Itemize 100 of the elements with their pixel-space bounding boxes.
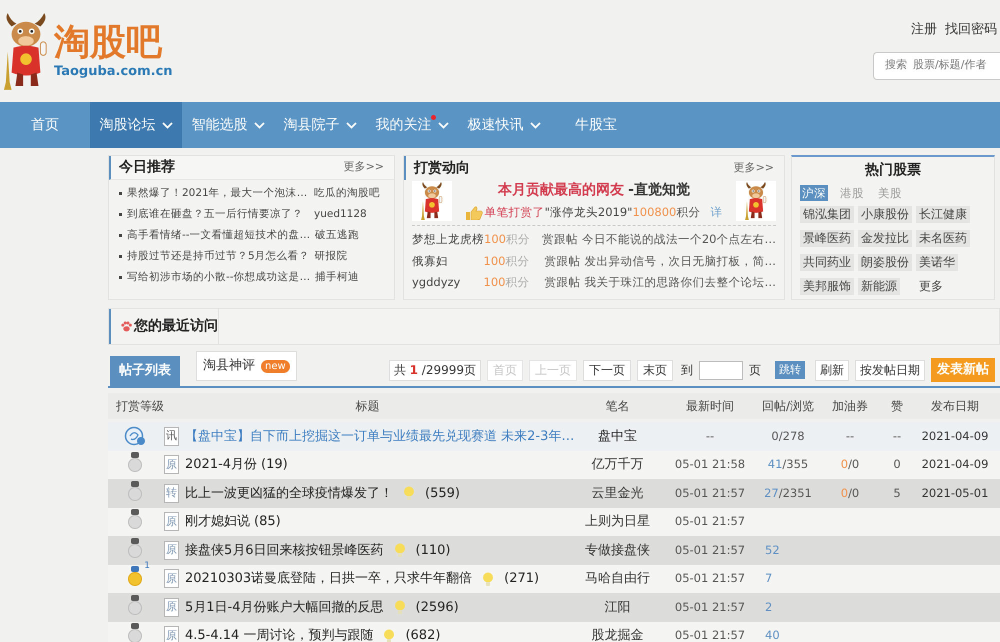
post-type-tag: 原 [164,598,179,617]
stock-tag[interactable]: 景峰医药 [800,230,854,247]
page-number-field[interactable] [699,360,743,380]
stock-tag[interactable]: 朗姿股份 [858,254,912,271]
panel-title: 打赏动向 [414,158,470,178]
new-badge: new [261,360,290,372]
post-type-tag: 原 [164,540,179,560]
bullet-icon [119,276,122,279]
medal-count: 1 [144,562,150,572]
page-button[interactable]: 下一页 [583,360,631,380]
panel-title: 热门股票 [865,160,921,180]
goto-label: 到 [681,362,693,379]
post-title[interactable]: 5月1日-4月份账户大幅回撤的反思 [185,598,384,617]
search-input[interactable]: 股票/标题/作者 [913,57,997,74]
paw-icon [121,321,132,332]
post-likes: 0 [893,456,901,474]
reward-post-title[interactable]: 今日不能说的战法一个20个点左右… [582,231,776,249]
recommend-author[interactable]: 研报院 [314,248,348,264]
stock-tag[interactable]: 锦泓集团 [800,206,854,223]
recommend-author[interactable]: 吃瓜的淘股吧 [314,186,380,202]
post-latest-time: 05-01 21:57 [674,570,746,588]
account-link[interactable]: 找回密码 [945,20,997,40]
recommend-title[interactable]: 果然爆了！2021年，最大一个泡沫… [127,186,309,202]
bullet-icon [119,213,122,216]
reward-post-title[interactable]: 我关于珠江的思路你们去整个论坛… [584,274,776,292]
post-date: 2021-05-01 [922,484,988,502]
post-author[interactable]: 江阳 [604,598,630,617]
post-title[interactable]: 4.5-4.14 一周讨论，预判与跟随 [185,626,374,642]
post-row[interactable]: 原 5月1日-4月份账户大幅回撤的反思 (2596) 江阳 05-01 21:57 2 [108,593,1000,622]
post-title[interactable]: 接盘侠5月6日回来核按钮景峰医药 [185,540,384,560]
stock-tag[interactable]: 美邦服饰 [800,278,854,295]
post-author[interactable]: 盘中宝 [598,426,637,446]
column-header: 最新时间 [686,398,734,415]
post-replies-views: 2 [764,598,772,616]
more-link[interactable]: 更多>> [344,159,384,176]
post-row[interactable]: 转 比上一波更凶猛的全球疫情爆发了！ (559) 云里金光 05-01 21:57 27/2351 0/0 5 2021-05-01 [108,479,1000,508]
stock-tag[interactable]: 小康股份 [858,206,912,223]
panel-title: 您的最近访问 [134,316,218,336]
post-type-tag: 转 [164,484,179,503]
sort-button[interactable]: 按发帖日期 [855,360,925,380]
post-title[interactable]: 刚才媳妇说 [185,512,250,532]
post-reply-count: (682) [405,627,440,642]
post-author[interactable]: 股龙掘金 [592,626,644,642]
column-header: 打赏等级 [115,398,164,415]
reward-user[interactable]: 俄寡妇 [412,252,484,270]
post-author[interactable]: 专做接盘侠 [585,540,650,560]
bullet-icon [119,192,122,195]
post-latest-time: 05-01 21:57 [674,542,746,559]
post-title[interactable]: 【盘中宝】自下而上挖掘这一订单与业绩最先兑现赛道 未来2-3年… [185,426,574,446]
page-button[interactable]: 末页 [637,360,673,380]
reward-post-title[interactable]: 发出异动信号，次日无脑打板，简… [584,252,776,270]
reward-user[interactable]: ygddyzy [412,274,484,292]
post-author[interactable]: 上则为日星 [585,512,650,532]
post-replies-views: 40 [764,627,780,642]
thumbs-up-icon [466,206,483,220]
post-reply-count: (559) [425,484,460,502]
recommend-title[interactable]: 持股过节还是持币过节？5月怎么看？ [127,248,310,264]
recommend-author[interactable]: 捕手柯迪 [315,270,360,286]
recommend-author[interactable]: yued1128 [314,206,367,222]
reward-user[interactable]: 梦想上龙虎榜 [412,231,484,249]
stock-tag[interactable]: 金发拉比 [858,230,912,247]
stock-tag[interactable]: 美诺华 [916,254,958,271]
post-title[interactable]: 20210303诺曼底登陆，日拱一卒，只求牛年翻倍 [185,569,472,588]
post-type-tag: 原 [164,569,179,588]
post-list-tab[interactable]: 淘县神评 new [196,351,297,381]
stock-tag[interactable]: 新能源 [858,278,900,295]
column-header: 赞 [891,398,903,415]
post-reply-count: (85) [254,513,281,531]
stock-tag[interactable]: 未名医药 [916,230,970,247]
recommend-author[interactable]: 破五逃跑 [315,228,360,244]
recommend-title[interactable]: 写给初涉市场的小散--你想成功这是… [127,270,310,286]
reward-action: 赏跟帖 [542,231,578,248]
search-field[interactable]: 搜索 股票/标题/作者 [873,52,1000,80]
panel-title: 今日推荐 [119,158,175,177]
post-author[interactable]: 马哈自由行 [585,569,650,588]
recommend-title[interactable]: 到底谁在砸盘？五一后行情要凉了？ [127,206,309,222]
post-latest-time: -- [706,428,714,445]
more-link[interactable]: 更多>> [734,160,774,176]
stock-tag[interactable]: 共同药业 [800,254,854,271]
post-replies-views: 27/2351 [764,484,812,502]
post-coupons: 0/0 [840,456,860,474]
post-author[interactable]: 云里金光 [592,484,644,503]
post-date: 2021-04-09 [922,456,988,474]
post-row[interactable]: 原 4.5-4.14 一周讨论，预判与跟随 (682) 股龙掘金 05-01 21:57 40 [108,622,1000,642]
nav-item[interactable]: 淘股论坛 [90,102,182,148]
post-author[interactable]: 亿万千万 [592,455,644,474]
post-title[interactable]: 2021-4月份 [185,455,258,474]
stock-tag[interactable]: 长江健康 [916,206,970,223]
post-latest-time: 05-01 21:57 [674,484,746,502]
post-row[interactable]: 讯 【盘中宝】自下而上挖掘这一订单与业绩最先兑现赛道 未来2-3年… 盘中宝 -- 0/278 -- -- 2021-04-09 [108,422,1000,450]
more-link[interactable]: 更多 [916,278,946,295]
refresh-button[interactable]: 刷新 [815,360,849,380]
recommend-title[interactable]: 高手看情绪--一文看懂超短技术的盘… [127,228,310,244]
post-type-tag: 讯 [164,426,179,446]
post-title[interactable]: 比上一波更凶猛的全球疫情爆发了！ [185,484,393,503]
post-replies-views: 0/278 [771,428,805,445]
post-coupons: 0/0 [840,484,860,502]
top-contributor-name[interactable]: -直觉知觉 [628,180,690,201]
column-header: 发布日期 [931,398,979,415]
account-link[interactable]: 注册 [911,20,937,40]
